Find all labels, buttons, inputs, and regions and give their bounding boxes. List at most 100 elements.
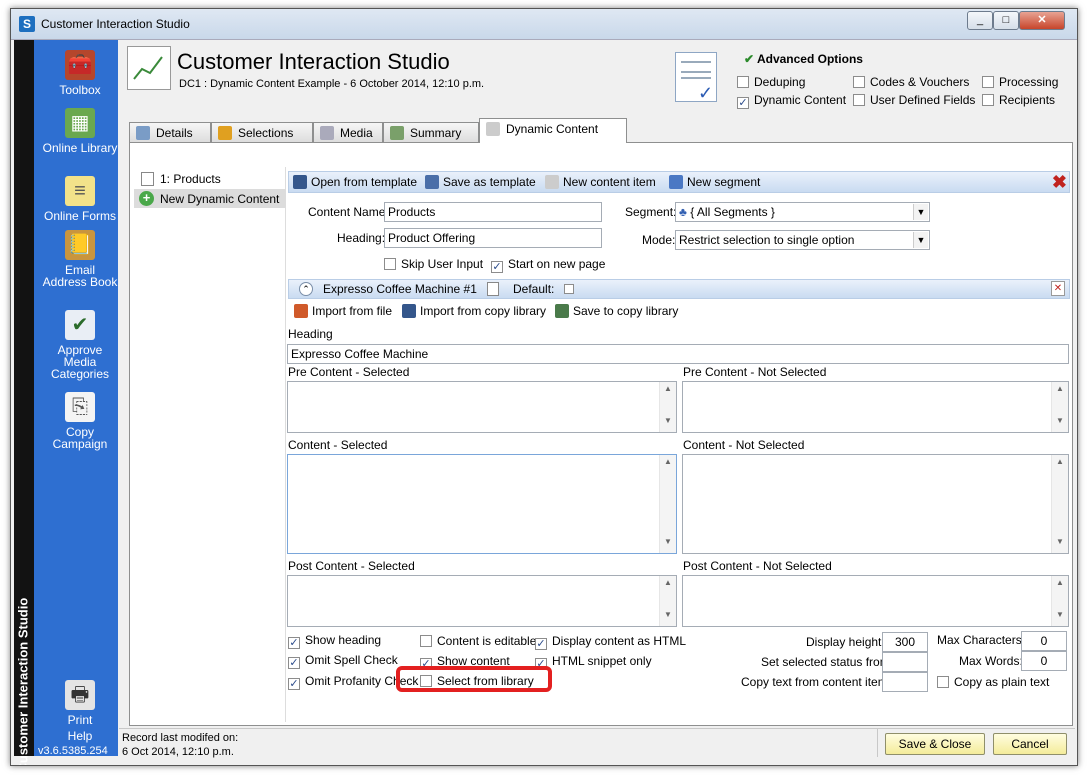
heading-label: Heading: <box>337 231 386 245</box>
scroll-up-icon[interactable]: ▲ <box>660 384 676 398</box>
import-from-file-button[interactable]: Import from file <box>294 304 392 318</box>
collapse-icon[interactable]: ⌃ <box>299 282 313 296</box>
checkbox[interactable] <box>491 261 503 273</box>
checkbox[interactable] <box>384 258 396 270</box>
help-link[interactable]: Help <box>42 730 118 742</box>
save-as-template-button[interactable]: Save as template <box>425 175 536 189</box>
option-codes-vouchers[interactable]: Codes & Vouchers <box>853 75 969 89</box>
set-status-field[interactable] <box>882 652 928 672</box>
scrollbar[interactable]: ▲ ▼ <box>1051 382 1068 432</box>
scroll-down-icon[interactable]: ▼ <box>660 610 676 624</box>
delete-icon[interactable]: ✖ <box>1052 172 1067 192</box>
minimize-button[interactable]: _ <box>967 11 993 30</box>
option-dynamic-content[interactable]: Dynamic Content <box>737 93 846 109</box>
scroll-up-icon[interactable]: ▲ <box>660 457 676 471</box>
scroll-down-icon[interactable]: ▼ <box>1052 610 1068 624</box>
checkbox[interactable] <box>288 678 300 690</box>
edit-document-icon[interactable] <box>487 282 499 296</box>
sidebar-item-online-library[interactable]: ▦ Online Library <box>42 108 118 154</box>
tab-media[interactable]: Media <box>313 122 383 143</box>
item-heading-field[interactable]: Expresso Coffee Machine <box>287 344 1069 364</box>
segment-select[interactable]: ♣ { All Segments } ▼ <box>675 202 930 222</box>
heading-field[interactable]: Product Offering <box>384 228 602 248</box>
divider <box>877 729 878 757</box>
tab-details[interactable]: Details <box>129 122 211 143</box>
tree-item-products[interactable]: 1: Products <box>134 169 286 188</box>
content-selected-textarea[interactable]: ▲ ▼ <box>287 454 677 554</box>
display-height-field[interactable]: 300 <box>882 632 928 652</box>
scrollbar[interactable]: ▲ ▼ <box>659 455 676 553</box>
sidebar-item-copy-campaign[interactable]: ⎘ Copy Campaign <box>42 392 118 450</box>
scrollbar[interactable]: ▲ ▼ <box>1051 576 1068 626</box>
max-characters-field[interactable]: 0 <box>1021 631 1067 651</box>
save-to-copy-library-button[interactable]: Save to copy library <box>555 304 678 318</box>
content-name-field[interactable]: Products <box>384 202 602 222</box>
tab-summary[interactable]: Summary <box>383 122 479 143</box>
checkbox[interactable] <box>853 76 865 88</box>
sidebar-item-toolbox[interactable]: 🧰 Toolbox <box>42 50 118 96</box>
checkbox[interactable] <box>420 635 432 647</box>
print-button[interactable]: 🖶 Print <box>42 680 118 726</box>
new-content-item-button[interactable]: New content item <box>545 175 656 189</box>
scroll-up-icon[interactable]: ▲ <box>1052 457 1068 471</box>
show-heading-option[interactable]: Show heading <box>288 633 381 649</box>
content-not-selected-textarea[interactable]: ▲ ▼ <box>682 454 1069 554</box>
open-from-template-button[interactable]: Open from template <box>293 175 417 189</box>
checkbox[interactable] <box>288 657 300 669</box>
scroll-up-icon[interactable]: ▲ <box>1052 578 1068 592</box>
sidebar-item-approve-media[interactable]: ✔ Approve Media Categories <box>42 310 118 380</box>
post-not-selected-textarea[interactable]: ▲ ▼ <box>682 575 1069 627</box>
content-editable-option[interactable]: Content is editable <box>420 634 536 648</box>
mode-select[interactable]: Restrict selection to single option ▼ <box>675 230 930 250</box>
checkbox[interactable] <box>737 97 749 109</box>
scroll-up-icon[interactable]: ▲ <box>660 578 676 592</box>
checkbox[interactable] <box>982 76 994 88</box>
tab-dynamic-content[interactable]: Dynamic Content <box>479 118 627 143</box>
document-icon <box>141 172 154 186</box>
scrollbar[interactable]: ▲ ▼ <box>1051 455 1068 553</box>
option-user-defined-fields[interactable]: User Defined Fields <box>853 93 975 107</box>
scroll-down-icon[interactable]: ▼ <box>660 537 676 551</box>
save-close-button[interactable]: Save & Close <box>885 733 985 755</box>
sidebar-item-address-book[interactable]: 📒 Email Address Book <box>42 230 118 288</box>
max-words-field[interactable]: 0 <box>1021 651 1067 671</box>
checkbox[interactable] <box>982 94 994 106</box>
checkbox[interactable] <box>853 94 865 106</box>
maximize-button[interactable]: □ <box>993 11 1019 30</box>
footer: Record last modifed on: 6 Oct 2014, 12:1… <box>119 728 1075 758</box>
remove-item-icon[interactable]: ✕ <box>1051 281 1065 296</box>
option-label: Recipients <box>999 93 1056 107</box>
scroll-up-icon[interactable]: ▲ <box>1052 384 1068 398</box>
checkbox[interactable] <box>535 638 547 650</box>
close-window-button[interactable]: ✕ <box>1019 11 1065 30</box>
copy-text-field[interactable] <box>882 672 928 692</box>
scroll-down-icon[interactable]: ▼ <box>660 416 676 430</box>
pre-not-selected-textarea[interactable]: ▲ ▼ <box>682 381 1069 433</box>
omit-spell-check-option[interactable]: Omit Spell Check <box>288 653 398 669</box>
option-processing[interactable]: Processing <box>982 75 1058 89</box>
tree-item-new-dynamic-content[interactable]: + New Dynamic Content <box>134 189 286 208</box>
scrollbar[interactable]: ▲ ▼ <box>659 382 676 432</box>
skip-user-input-option[interactable]: Skip User Input <box>384 257 483 271</box>
html-snippet-option[interactable]: HTML snippet only <box>535 654 652 670</box>
checkbox[interactable] <box>937 676 949 688</box>
option-deduping[interactable]: Deduping <box>737 75 805 89</box>
post-selected-textarea[interactable]: ▲ ▼ <box>287 575 677 627</box>
copy-plain-text-option[interactable]: Copy as plain text <box>937 675 1049 689</box>
option-recipients[interactable]: Recipients <box>982 93 1055 107</box>
sidebar-item-online-forms[interactable]: ≡ Online Forms <box>42 176 118 222</box>
start-on-new-page-option[interactable]: Start on new page <box>491 257 605 273</box>
new-document-icon <box>545 175 559 189</box>
display-html-option[interactable]: Display content as HTML <box>535 634 686 650</box>
checkbox[interactable] <box>737 76 749 88</box>
scroll-down-icon[interactable]: ▼ <box>1052 537 1068 551</box>
new-segment-button[interactable]: New segment <box>669 175 760 189</box>
tab-selections[interactable]: Selections <box>211 122 313 143</box>
default-checkbox[interactable] <box>564 284 574 294</box>
pre-selected-textarea[interactable]: ▲ ▼ <box>287 381 677 433</box>
import-from-copy-library-button[interactable]: Import from copy library <box>402 304 546 318</box>
scrollbar[interactable]: ▲ ▼ <box>659 576 676 626</box>
scroll-down-icon[interactable]: ▼ <box>1052 416 1068 430</box>
checkbox[interactable] <box>288 637 300 649</box>
cancel-button[interactable]: Cancel <box>993 733 1067 755</box>
